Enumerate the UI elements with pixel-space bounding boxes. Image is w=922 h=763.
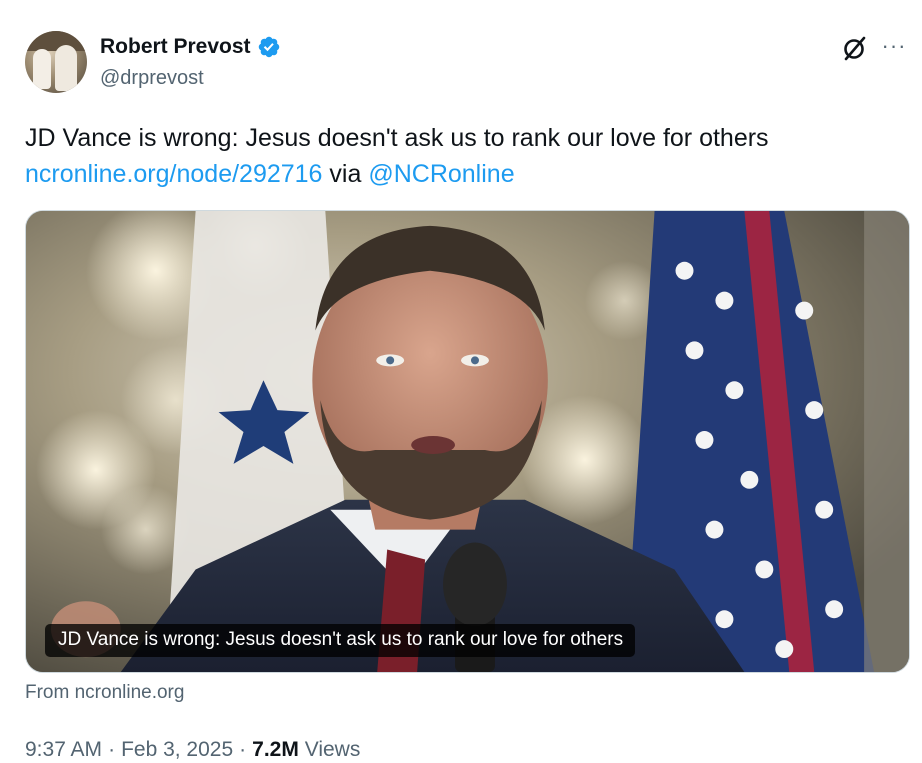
mention-link[interactable]: @NCRonline xyxy=(368,160,514,188)
tweet: Robert Prevost @drprevost ··· JD Vance i… xyxy=(0,0,922,763)
tweet-link[interactable]: ncronline.org/node/292716 xyxy=(25,160,322,188)
views-count: 7.2M xyxy=(252,738,299,761)
author-handle[interactable]: @drprevost xyxy=(100,66,204,90)
avatar-figure xyxy=(33,49,51,89)
author-display-name[interactable]: Robert Prevost xyxy=(100,34,251,60)
card-image xyxy=(26,211,909,672)
grok-slash-circle-icon[interactable] xyxy=(841,34,869,62)
tweet-text: JD Vance is wrong: Jesus doesn't ask us … xyxy=(25,120,895,192)
avatar-background xyxy=(25,31,87,51)
tweet-meta: 9:37 AM · Feb 3, 2025 · 7.2M Views xyxy=(25,737,360,763)
tweet-time[interactable]: 9:37 AM xyxy=(25,738,102,761)
link-card[interactable]: JD Vance is wrong: Jesus doesn't ask us … xyxy=(25,210,910,673)
via-text: via xyxy=(322,160,369,188)
meta-separator: · xyxy=(239,738,247,761)
author-name-row: Robert Prevost xyxy=(100,34,281,60)
views-label: Views xyxy=(304,738,361,761)
tweet-text-line: JD Vance is wrong: Jesus doesn't ask us … xyxy=(25,124,769,152)
tweet-link-line: ncronline.org/node/292716 via @NCRonline xyxy=(25,156,895,192)
meta-separator: · xyxy=(108,738,116,761)
avatar-figure xyxy=(55,45,77,91)
more-options-icon[interactable]: ··· xyxy=(880,35,908,57)
card-source[interactable]: From ncronline.org xyxy=(25,681,184,705)
tweet-date[interactable]: Feb 3, 2025 xyxy=(121,738,233,761)
card-caption: JD Vance is wrong: Jesus doesn't ask us … xyxy=(45,624,636,657)
avatar[interactable] xyxy=(25,31,87,93)
verified-badge-icon[interactable] xyxy=(257,35,281,59)
